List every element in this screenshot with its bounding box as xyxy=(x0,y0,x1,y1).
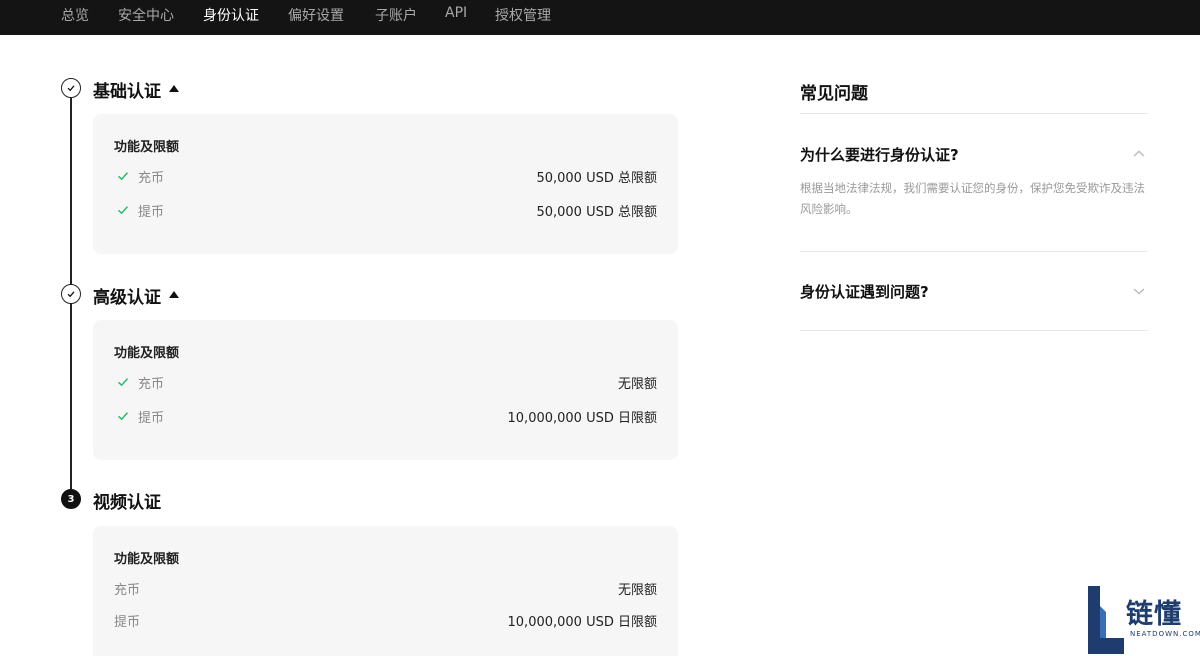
nav-item-preferences[interactable]: 偏好设置 xyxy=(288,5,344,25)
nav-item-api[interactable]: API xyxy=(445,5,467,21)
step-completed-icon xyxy=(61,284,81,304)
row-label-withdraw: 提币 xyxy=(138,411,165,426)
step-title-label: 基础认证 xyxy=(93,82,161,102)
step-number-badge: 3 xyxy=(61,489,81,509)
row-label-deposit: 充币 xyxy=(114,583,141,598)
row-value-withdraw: 10,000,000 USD 日限额 xyxy=(507,411,657,426)
nav-item-overview[interactable]: 总览 xyxy=(61,5,89,25)
card-heading: 功能及限额 xyxy=(114,346,180,361)
nav-item-identity-verification[interactable]: 身份认证 xyxy=(203,5,259,25)
faq-answer: 根据当地法律法规，我们需要认证您的身份，保护您免受欺诈及违法风险影响。 xyxy=(800,181,1145,216)
limits-card-advanced: 功能及限额 充币 无限额 提币 10,000,000 USD 日限额 xyxy=(93,320,678,460)
divider xyxy=(800,251,1148,252)
top-nav: 总览 安全中心 身份认证 偏好设置 子账户 API 授权管理 xyxy=(0,0,1200,35)
faq-title: 常见问题 xyxy=(800,84,868,104)
row-value-deposit: 无限额 xyxy=(617,377,657,392)
card-heading: 功能及限额 xyxy=(114,552,180,567)
step-title-basic: 基础认证 xyxy=(93,77,179,102)
row-value-deposit: 50,000 USD 总限额 xyxy=(536,171,657,186)
check-icon xyxy=(117,172,129,181)
chevron-up-icon[interactable] xyxy=(1132,149,1146,159)
step-title-label: 高级认证 xyxy=(93,288,161,308)
watermark-text: 链懂 xyxy=(1126,599,1182,630)
step-title-advanced: 高级认证 xyxy=(93,283,179,308)
card-heading: 功能及限额 xyxy=(114,140,180,155)
divider xyxy=(800,113,1148,114)
caret-up-icon[interactable] xyxy=(169,291,179,298)
row-value-deposit: 无限额 xyxy=(617,583,657,598)
row-value-withdraw: 50,000 USD 总限额 xyxy=(536,205,657,220)
row-label-deposit: 充币 xyxy=(138,377,165,392)
faq-question[interactable]: 身份认证遇到问题? xyxy=(800,281,929,302)
nav-item-security-center[interactable]: 安全中心 xyxy=(118,5,174,25)
check-icon xyxy=(117,412,129,421)
check-icon xyxy=(117,206,129,215)
row-value-withdraw: 10,000,000 USD 日限额 xyxy=(507,615,657,630)
watermark-l-icon xyxy=(1088,586,1124,654)
row-label-withdraw: 提币 xyxy=(114,615,141,630)
row-label-withdraw: 提币 xyxy=(138,205,165,220)
watermark-subtext: NEATDOWN.COM xyxy=(1130,630,1200,638)
limits-card-basic: 功能及限额 充币 50,000 USD 总限额 提币 50,000 USD 总限… xyxy=(93,114,678,254)
step-title-label: 视频认证 xyxy=(93,493,161,513)
chevron-down-icon[interactable] xyxy=(1132,286,1146,296)
divider xyxy=(800,330,1148,331)
faq-question[interactable]: 为什么要进行身份认证? xyxy=(800,144,959,165)
step-title-video: 视频认证 xyxy=(93,488,161,513)
caret-up-icon[interactable] xyxy=(169,85,179,92)
nav-item-authorization[interactable]: 授权管理 xyxy=(495,5,551,25)
limits-card-video: 功能及限额 充币 无限额 提币 10,000,000 USD 日限额 xyxy=(93,526,678,656)
nav-item-sub-accounts[interactable]: 子账户 xyxy=(375,5,417,25)
row-label-deposit: 充币 xyxy=(138,171,165,186)
check-icon xyxy=(117,378,129,387)
step-completed-icon xyxy=(61,78,81,98)
watermark-logo: 链懂 NEATDOWN.COM xyxy=(1088,586,1200,656)
